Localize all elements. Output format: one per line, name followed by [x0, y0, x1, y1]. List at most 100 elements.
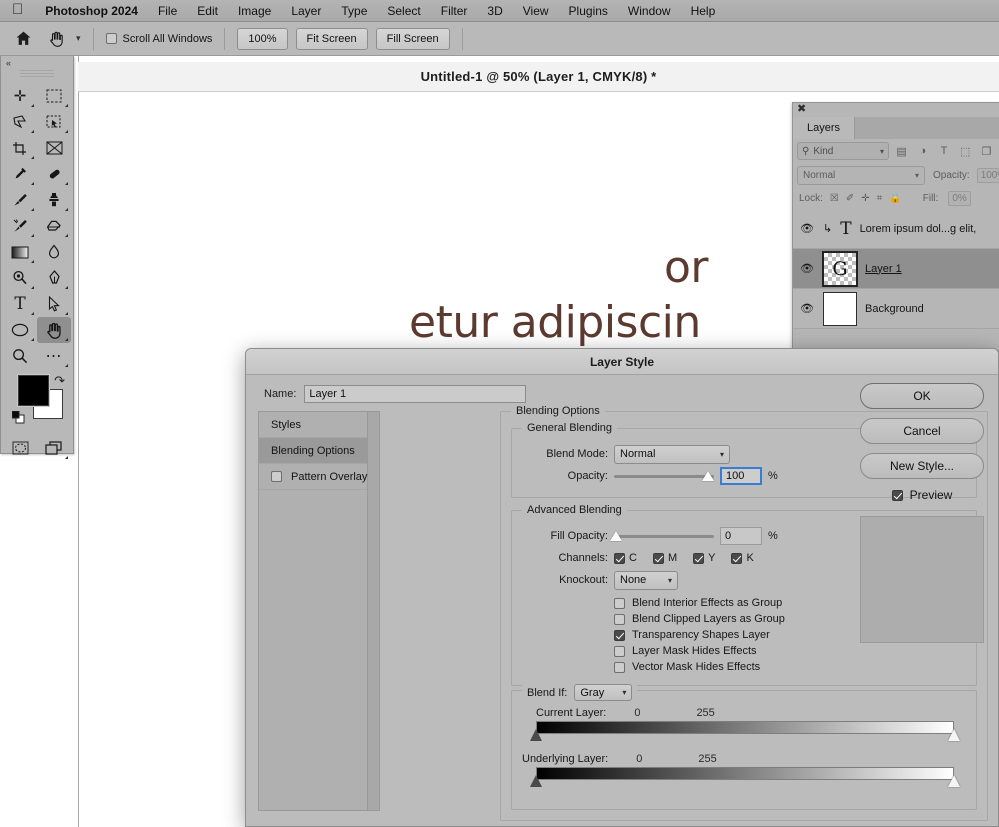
hand-tool[interactable]	[37, 317, 71, 343]
channel-k[interactable]: K	[731, 552, 754, 564]
dodge-tool[interactable]	[3, 265, 37, 291]
underlying-layer-black-marker[interactable]	[530, 775, 542, 787]
layer-thumbnail[interactable]	[823, 291, 857, 326]
layer-thumbnail[interactable]: G	[822, 250, 858, 287]
menu-item-window[interactable]: Window	[618, 0, 681, 22]
clone-stamp-tool[interactable]	[37, 187, 71, 213]
layer-opacity-value[interactable]: 100%	[976, 167, 999, 183]
filter-shape-icon[interactable]: ⬚	[957, 142, 974, 160]
pen-tool[interactable]	[37, 265, 71, 291]
close-icon[interactable]: ✖	[793, 103, 999, 117]
history-brush-tool[interactable]	[3, 213, 37, 239]
zoom-tool[interactable]	[3, 343, 37, 369]
styles-list-item-pattern-overlay[interactable]: Pattern Overlay	[259, 464, 368, 490]
channel-c[interactable]: C	[614, 552, 637, 564]
type-tool[interactable]: T	[3, 291, 37, 317]
eye-icon[interactable]: 👁	[799, 222, 815, 235]
default-colors-icon[interactable]	[11, 410, 25, 424]
apple-icon[interactable]: 	[6, 2, 35, 19]
quick-mask-icon[interactable]	[3, 435, 37, 461]
menu-item-type[interactable]: Type	[331, 0, 377, 22]
new-style-button[interactable]: New Style...	[860, 453, 984, 479]
chevron-down-icon[interactable]: ▾	[76, 33, 81, 44]
crop-tool[interactable]	[3, 135, 37, 161]
blend-if-channel-select[interactable]: Gray ▾	[574, 684, 633, 701]
gradient-tool[interactable]	[3, 239, 37, 265]
eyedropper-tool[interactable]	[3, 161, 37, 187]
layer-blend-mode-dropdown[interactable]: Normal ▾	[797, 165, 925, 185]
move-tool[interactable]: ✛	[3, 83, 37, 109]
fill-opacity-slider[interactable]	[610, 527, 714, 545]
layer-row-layer-1[interactable]: 👁 G Layer 1	[793, 249, 999, 289]
menu-item-image[interactable]: Image	[228, 0, 281, 22]
object-selection-tool[interactable]	[37, 109, 71, 135]
layer-name-input[interactable]: Layer 1	[304, 385, 527, 403]
menu-item-filter[interactable]: Filter	[431, 0, 478, 22]
underlying-layer-ramp[interactable]	[536, 767, 954, 780]
layer-mask-hides-effects-checkbox[interactable]: Layer Mask Hides Effects	[522, 643, 966, 659]
channel-y[interactable]: Y	[693, 552, 715, 564]
brush-tool[interactable]	[3, 187, 37, 213]
slider-knob[interactable]	[702, 471, 714, 481]
filter-smart-object-icon[interactable]: ❐	[978, 142, 995, 160]
layer-row-background[interactable]: 👁 Background	[793, 289, 999, 329]
lock-image-icon[interactable]: ✐	[846, 193, 854, 204]
filter-type-icon[interactable]: T	[935, 142, 952, 160]
filter-kind-dropdown[interactable]: ⚲ Kind ▾	[797, 142, 889, 160]
menu-item-layer[interactable]: Layer	[281, 0, 331, 22]
zoom-100-button[interactable]: 100%	[237, 27, 288, 50]
home-icon[interactable]	[10, 26, 36, 52]
styles-list-scrollbar[interactable]	[368, 411, 381, 811]
pattern-overlay-checkbox[interactable]	[271, 471, 282, 482]
screen-mode-icon[interactable]	[37, 435, 71, 461]
menu-item-select[interactable]: Select	[377, 0, 430, 22]
swap-colors-icon[interactable]: ↷	[54, 373, 65, 389]
rectangular-marquee-tool[interactable]	[37, 83, 71, 109]
styles-list-item-styles[interactable]: Styles	[259, 412, 368, 438]
menu-item-view[interactable]: View	[513, 0, 559, 22]
collapse-panel-icon[interactable]: «	[1, 56, 73, 70]
scroll-all-windows-checkbox[interactable]: Scroll All Windows	[105, 33, 212, 45]
current-layer-white-marker[interactable]	[948, 729, 960, 741]
lasso-tool[interactable]	[3, 109, 37, 135]
path-selection-tool[interactable]	[37, 291, 71, 317]
ok-button[interactable]: OK	[860, 383, 984, 409]
cancel-button[interactable]: Cancel	[860, 418, 984, 444]
eraser-tool[interactable]	[37, 213, 71, 239]
channel-m[interactable]: M	[652, 552, 677, 564]
knockout-select[interactable]: None ▾	[614, 570, 678, 590]
lock-artboard-icon[interactable]: ⌗	[877, 193, 883, 204]
tab-layers[interactable]: Layers	[793, 117, 856, 139]
foreground-color-swatch[interactable]	[18, 375, 49, 406]
menu-item-plugins[interactable]: Plugins	[559, 0, 618, 22]
layer-row-text[interactable]: 👁 ↳ T Lorem ipsum dol...g elit,	[793, 209, 999, 249]
underlying-layer-white-marker[interactable]	[948, 775, 960, 787]
edit-toolbar-tool[interactable]: ⋯	[37, 343, 71, 369]
slider-knob[interactable]	[610, 531, 622, 541]
opacity-slider[interactable]	[614, 467, 714, 485]
menu-item-photoshop[interactable]: Photoshop 2024	[35, 0, 148, 22]
fill-screen-button[interactable]: Fill Screen	[375, 27, 450, 50]
styles-list-item-blending-options[interactable]: Blending Options	[259, 438, 368, 464]
current-layer-ramp[interactable]	[536, 721, 954, 734]
fit-screen-button[interactable]: Fit Screen	[295, 27, 368, 50]
frame-tool[interactable]	[37, 135, 71, 161]
vector-mask-hides-effects-checkbox[interactable]: Vector Mask Hides Effects	[522, 659, 966, 675]
fill-opacity-input[interactable]: 0	[720, 527, 762, 545]
lock-all-icon[interactable]: 🔒	[889, 193, 901, 204]
panel-grip[interactable]	[20, 70, 54, 79]
eye-icon[interactable]: 👁	[799, 302, 815, 315]
healing-brush-tool[interactable]	[37, 161, 71, 187]
eye-icon[interactable]: 👁	[799, 262, 815, 275]
filter-pixel-icon[interactable]: ▤	[893, 142, 910, 160]
opacity-input[interactable]: 100	[720, 467, 762, 485]
ellipse-tool[interactable]	[3, 317, 37, 343]
blur-tool[interactable]	[37, 239, 71, 265]
menu-item-help[interactable]: Help	[681, 0, 726, 22]
lock-transparency-icon[interactable]: ☒	[830, 193, 839, 204]
blend-mode-select[interactable]: Normal ▾	[614, 444, 730, 464]
lock-position-icon[interactable]: ✛	[861, 193, 869, 204]
hand-tool-icon[interactable]	[44, 26, 70, 52]
current-layer-black-marker[interactable]	[530, 729, 542, 741]
menu-item-file[interactable]: File	[148, 0, 187, 22]
